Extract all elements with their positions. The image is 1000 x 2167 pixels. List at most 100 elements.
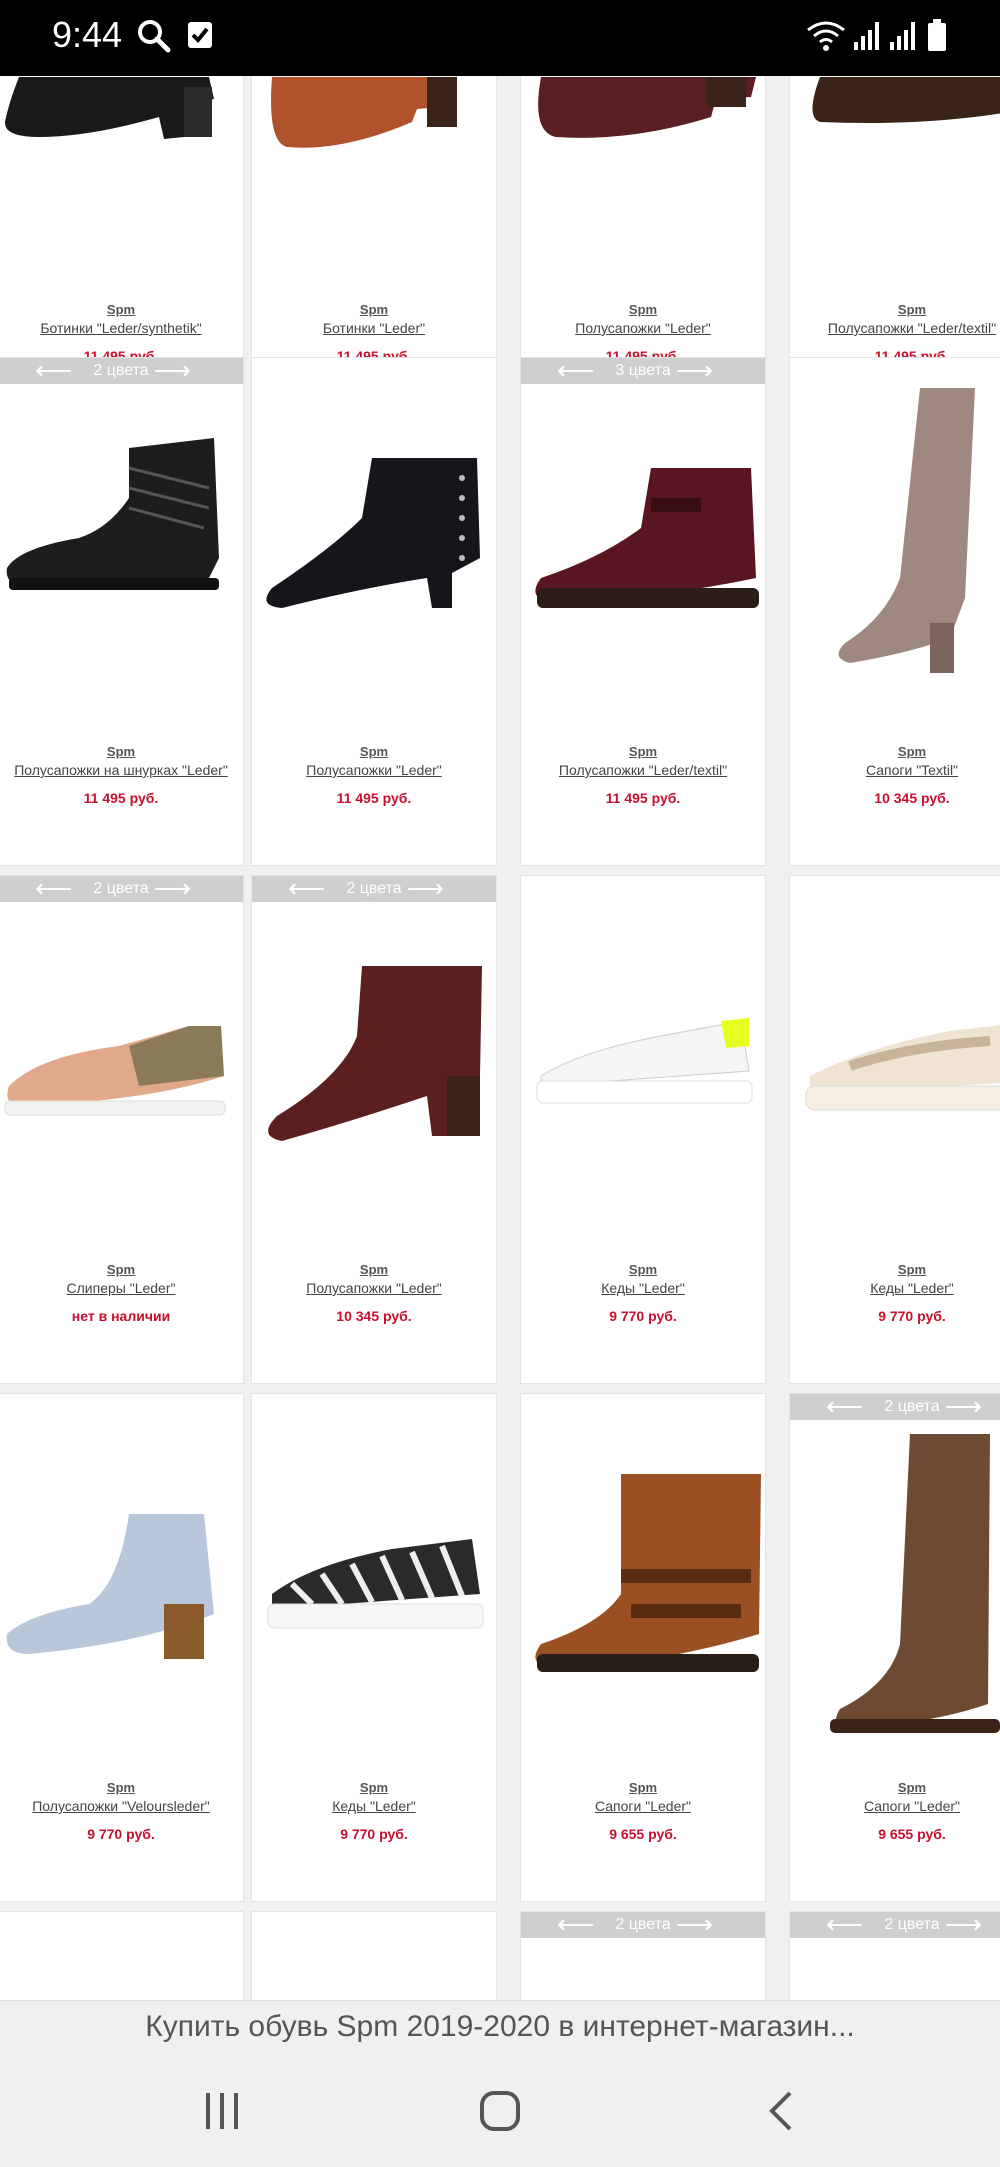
product-name[interactable]: Кеды "Leder" bbox=[790, 1280, 1000, 1296]
product-name[interactable]: Полусапожки "Leder" bbox=[521, 320, 765, 336]
arrow-left-icon[interactable]: ⟵ bbox=[35, 876, 72, 901]
product-brand[interactable]: Spm bbox=[252, 744, 496, 759]
recent-apps-icon[interactable] bbox=[202, 2089, 242, 2133]
arrow-left-icon[interactable]: ⟵ bbox=[557, 1912, 594, 1937]
arrow-left-icon[interactable]: ⟵ bbox=[826, 1912, 863, 1937]
product-price: 9 655 руб. bbox=[878, 1826, 946, 1842]
arrow-left-icon[interactable]: ⟵ bbox=[826, 1394, 863, 1419]
product-name[interactable]: Полусапожки "Leder" bbox=[252, 762, 496, 778]
burgundy-boot-image bbox=[538, 77, 756, 138]
product-card[interactable]: ⟵ 2 цвета ⟶ Spm Слиперы "Leder" нет в на… bbox=[0, 875, 244, 1384]
arrow-left-icon[interactable]: ⟵ bbox=[557, 358, 594, 383]
arrow-right-icon[interactable]: ⟶ bbox=[676, 358, 713, 383]
product-price: нет в наличии bbox=[71, 1308, 171, 1324]
product-card[interactable]: ⟵ 3 цвета ⟶ Spm Полусапожки "Leder/texti… bbox=[520, 357, 766, 866]
product-card[interactable]: Spm Кеды "Leder" 9 770 руб. bbox=[789, 875, 1000, 1384]
page-title-bar[interactable]: Купить обувь Spm 2019-2020 в интернет-ма… bbox=[0, 2000, 1000, 2055]
colors-ribbon[interactable]: ⟵ 2 цвета ⟶ bbox=[790, 1394, 1000, 1420]
arrow-right-icon[interactable]: ⟶ bbox=[154, 876, 191, 901]
product-brand[interactable]: Spm bbox=[790, 1780, 1000, 1795]
colors-count: 3 цвета bbox=[615, 362, 671, 379]
product-card[interactable]: Spm Кеды "Leder" 9 770 руб. bbox=[520, 875, 766, 1384]
arrow-left-icon[interactable]: ⟵ bbox=[35, 358, 72, 383]
arrow-right-icon[interactable]: ⟶ bbox=[676, 1912, 713, 1937]
product-card[interactable] bbox=[0, 1911, 244, 2000]
product-card[interactable]: ⟵ 2 цвета ⟶ Spm Полусапожки "Leder" 10 3… bbox=[251, 875, 497, 1384]
tall-brown-boot-image bbox=[830, 1434, 1000, 1733]
product-brand[interactable]: Spm bbox=[0, 744, 243, 759]
chunky-sneaker-image bbox=[805, 1025, 1000, 1111]
product-brand[interactable]: Spm bbox=[521, 1780, 765, 1795]
colors-ribbon[interactable]: ⟵ 2 цвета ⟶ bbox=[0, 876, 243, 902]
grid-column: Spm Полусапожки "Leder/textil" 11 495 ру… bbox=[789, 76, 1000, 2000]
product-brand[interactable]: Spm bbox=[0, 1262, 243, 1277]
arrow-right-icon[interactable]: ⟶ bbox=[154, 358, 191, 383]
task-check-icon bbox=[188, 22, 212, 48]
product-name[interactable]: Слиперы "Leder" bbox=[0, 1280, 243, 1296]
product-name[interactable]: Полусапожки "Leder/textil" bbox=[521, 762, 765, 778]
product-card[interactable] bbox=[251, 1911, 497, 2000]
product-name[interactable]: Сапоги "Textil" bbox=[790, 762, 1000, 778]
product-card[interactable]: Spm Сапоги "Leder" 9 655 руб. bbox=[520, 1393, 766, 1902]
slouch-boot-image bbox=[268, 966, 482, 1141]
product-price: 10 345 руб. bbox=[874, 790, 950, 806]
arrow-left-icon[interactable]: ⟵ bbox=[288, 876, 325, 901]
status-bar: 9:44 bbox=[0, 0, 1000, 76]
product-card[interactable]: Spm Кеды "Leder" 9 770 руб. bbox=[251, 1393, 497, 1902]
product-name[interactable]: Полусапожки "Leder" bbox=[252, 1280, 496, 1296]
colors-ribbon[interactable]: ⟵ 2 цвета ⟶ bbox=[0, 358, 243, 384]
product-card[interactable]: Spm Сапоги "Textil" 10 345 руб. bbox=[789, 357, 1000, 866]
studded-ankle-boot-image bbox=[266, 458, 480, 608]
over-knee-boot-image bbox=[838, 388, 975, 673]
product-price: 9 770 руб. bbox=[878, 1308, 946, 1324]
product-brand[interactable]: Spm bbox=[790, 1262, 1000, 1277]
product-brand[interactable]: Spm bbox=[252, 1262, 496, 1277]
product-name[interactable]: Кеды "Leder" bbox=[521, 1280, 765, 1296]
product-name[interactable]: Сапоги "Leder" bbox=[521, 1798, 765, 1814]
product-card[interactable]: Spm Полусапожки "Veloursleder" 9 770 руб… bbox=[0, 1393, 244, 1902]
product-name[interactable]: Полусапожки "Veloursleder" bbox=[0, 1798, 243, 1814]
product-name[interactable]: Ботинки "Leder/synthetik" bbox=[0, 320, 243, 336]
product-brand[interactable]: Spm bbox=[521, 1262, 765, 1277]
product-price: 9 770 руб. bbox=[340, 1826, 408, 1842]
page-title[interactable]: Купить обувь Spm 2019-2020 в интернет-ма… bbox=[145, 2010, 855, 2043]
product-name[interactable]: Ботинки "Leder" bbox=[252, 320, 496, 336]
product-brand[interactable]: Spm bbox=[790, 302, 1000, 317]
cognac-biker-boot-image bbox=[535, 1474, 761, 1672]
arrow-right-icon[interactable]: ⟶ bbox=[407, 876, 444, 901]
product-card[interactable]: Spm Полусапожки "Leder" 11 495 руб. bbox=[251, 357, 497, 866]
product-card[interactable]: ⟵ 2 цвета ⟶ bbox=[789, 1911, 1000, 2000]
product-card[interactable]: ⟵ 2 цвета ⟶ bbox=[520, 1911, 766, 2000]
product-name[interactable]: Сапоги "Leder" bbox=[790, 1798, 1000, 1814]
colors-count: 2 цвета bbox=[346, 880, 402, 897]
home-icon[interactable] bbox=[478, 2089, 522, 2133]
arrow-right-icon[interactable]: ⟶ bbox=[945, 1394, 982, 1419]
product-card[interactable]: ⟵ 2 цвета ⟶ Spm Полусапожки на шнурках "… bbox=[0, 357, 244, 866]
product-brand[interactable]: Spm bbox=[521, 744, 765, 759]
product-brand[interactable]: Spm bbox=[252, 1780, 496, 1795]
suede-ankle-boot-image bbox=[6, 1514, 214, 1659]
colors-ribbon[interactable]: ⟵ 3 цвета ⟶ bbox=[521, 358, 765, 384]
product-brand[interactable]: Spm bbox=[252, 302, 496, 317]
product-name[interactable]: Кеды "Leder" bbox=[252, 1798, 496, 1814]
zebra-sneaker-image bbox=[267, 1539, 484, 1629]
slip-on-image bbox=[4, 1026, 226, 1116]
product-brand[interactable]: Spm bbox=[521, 302, 765, 317]
product-brand[interactable]: Spm bbox=[790, 744, 1000, 759]
colors-count: 2 цвета bbox=[615, 1916, 671, 1933]
product-brand[interactable]: Spm bbox=[0, 1780, 243, 1795]
back-icon[interactable] bbox=[764, 2089, 800, 2133]
product-brand[interactable]: Spm bbox=[0, 302, 243, 317]
white-sneaker-image bbox=[536, 1018, 753, 1104]
product-name[interactable]: Полусапожки "Leder/textil" bbox=[790, 320, 1000, 336]
product-card[interactable]: ⟵ 2 цвета ⟶ Spm Сапоги "Leder" 9 655 руб… bbox=[789, 1393, 1000, 1902]
wifi-icon bbox=[807, 21, 845, 51]
lace-up-boot-image bbox=[6, 438, 219, 590]
grid-column: Spm Ботинки "Leder/synthetik" 11 495 руб… bbox=[0, 76, 244, 2000]
colors-ribbon[interactable]: ⟵ 2 цвета ⟶ bbox=[790, 1912, 1000, 1938]
colors-ribbon[interactable]: ⟵ 2 цвета ⟶ bbox=[521, 1912, 765, 1938]
arrow-right-icon[interactable]: ⟶ bbox=[945, 1912, 982, 1937]
product-name[interactable]: Полусапожки на шнурках "Leder" bbox=[0, 762, 243, 778]
colors-ribbon[interactable]: ⟵ 2 цвета ⟶ bbox=[252, 876, 496, 902]
cellular-signal-2-icon bbox=[890, 22, 915, 50]
